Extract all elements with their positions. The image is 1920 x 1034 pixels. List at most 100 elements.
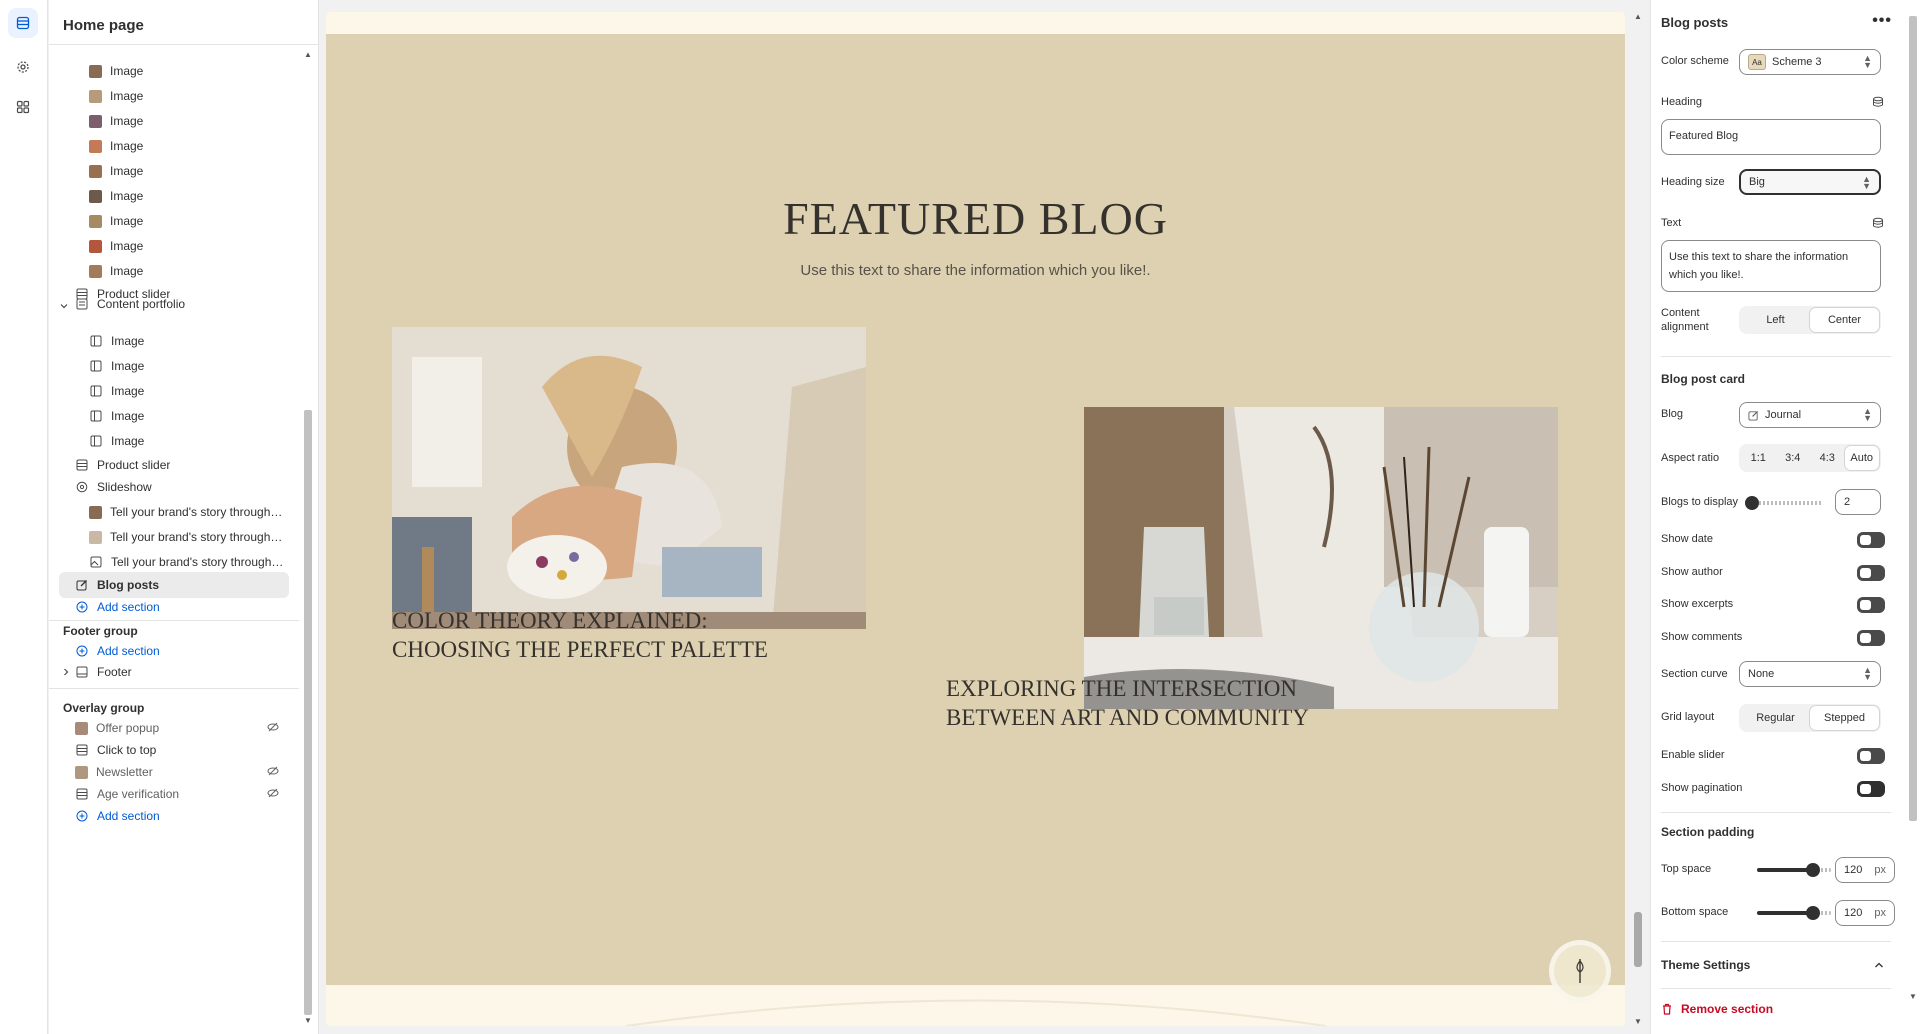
newsletter-thumbnail [75,765,88,779]
blog-card-title[interactable]: EXPLORING THE INTERSECTION BETWEEN ART A… [946,674,1366,732]
scrollbar-thumb[interactable] [1909,16,1917,821]
sidebar-scrollbar[interactable]: ▲ ▼ [302,50,314,1025]
show-comments-toggle[interactable] [1857,630,1885,646]
aspect-3-4-option[interactable]: 3:4 [1776,446,1811,470]
tree-item-slide[interactable]: Tell your brand's story through images [89,499,289,525]
slider-knob[interactable] [1806,906,1820,920]
panel-scrollbar[interactable]: ▼ [1907,8,1919,1001]
tree-item-image[interactable]: Image [89,83,289,109]
blog-select[interactable]: Journal ▲ ▼ [1739,402,1881,428]
show-author-toggle[interactable] [1857,565,1885,581]
bottom-space-input[interactable]: 120 px [1835,900,1895,926]
tree-section-footer[interactable]: Footer [75,659,289,685]
alignment-center-option[interactable]: Center [1810,308,1879,332]
grid-stepped-option[interactable]: Stepped [1810,706,1879,730]
aspect-ratio-label: Aspect ratio [1661,452,1720,464]
blog-card-image[interactable] [1084,407,1558,709]
heading-input[interactable]: Featured Blog [1661,119,1881,155]
tree-item-image[interactable]: Image [89,233,289,259]
heading-label: Heading [1661,96,1702,108]
eye-off-icon[interactable] [267,765,279,780]
tree-item-slide[interactable]: Tell your brand's story through images [89,524,289,550]
scrollbar-thumb[interactable] [304,410,312,1015]
blogs-to-display-input[interactable]: 2 [1835,489,1881,515]
blogs-to-display-slider[interactable] [1751,501,1823,505]
bottom-space-slider[interactable] [1757,911,1813,915]
heading-size-label: Heading size [1661,176,1725,188]
section-heading: FEATURED BLOG [783,193,1168,244]
plus-circle-icon [75,809,89,823]
tree-item-image[interactable]: Image [89,183,289,209]
top-space-slider[interactable] [1757,868,1813,872]
blog-icon [1748,410,1759,421]
aspect-auto-option[interactable]: Auto [1844,446,1879,470]
section-subheading: Use this text to share the information w… [800,262,1151,279]
tree-section-slideshow[interactable]: Slideshow [75,474,289,500]
add-section-button[interactable]: Add section [75,594,289,620]
color-scheme-select[interactable]: Aa Scheme 3 ▲ ▼ [1739,49,1881,75]
enable-slider-toggle[interactable] [1857,748,1885,764]
image-thumbnail [89,139,102,153]
show-excerpts-label: Show excerpts [1661,598,1734,610]
slider-knob[interactable] [1806,863,1820,877]
aspect-ratio-toggle[interactable]: 1:1 3:4 4:3 Auto [1739,444,1881,472]
tree-item-image[interactable]: Image [89,58,289,84]
slider-knob[interactable] [1745,496,1759,510]
settings-icon[interactable] [8,52,38,82]
apps-icon[interactable] [8,92,38,122]
aspect-1-1-option[interactable]: 1:1 [1741,446,1776,470]
tree-item-image[interactable]: Image [89,428,289,454]
tree-item-image[interactable]: Image [89,378,289,404]
enable-slider-label: Enable slider [1661,749,1725,761]
chevron-down-icon[interactable] [59,301,69,311]
tree-section-content-portfolio[interactable]: Content portfolio [75,291,289,317]
section-curve-select[interactable]: None ▲ ▼ [1739,661,1881,687]
chevron-up-icon[interactable] [1874,958,1884,973]
add-section-button[interactable]: Add section [75,803,289,829]
dynamic-source-icon[interactable] [1872,96,1884,111]
panel-title: Blog posts [1661,15,1729,30]
tree-item-image[interactable]: Image [89,158,289,184]
block-icon [89,334,103,348]
eye-off-icon[interactable] [267,787,279,802]
tree-item-image[interactable]: Image [89,403,289,429]
show-date-toggle[interactable] [1857,532,1885,548]
eye-off-icon[interactable] [267,721,279,736]
remove-section-button[interactable]: Remove section [1661,1002,1773,1016]
alignment-left-option[interactable]: Left [1741,308,1810,332]
sections-icon[interactable] [8,8,38,38]
store-preview: FEATURED BLOG Use this text to share the… [326,12,1625,1026]
show-excerpts-toggle[interactable] [1857,597,1885,613]
slideshow-icon [75,480,89,494]
grid-layout-toggle[interactable]: Regular Stepped [1739,704,1881,732]
blogs-to-display-label: Blogs to display [1661,496,1739,508]
more-actions-button[interactable]: ••• [1872,12,1892,30]
select-chevron-icon: ▲ ▼ [1863,53,1872,70]
dynamic-source-icon[interactable] [1872,217,1884,232]
blog-card-image[interactable] [392,327,866,629]
tree-item-image[interactable]: Image [89,353,289,379]
show-pagination-toggle[interactable] [1857,781,1885,797]
tree-item-image[interactable]: Image [89,328,289,354]
back-to-top-button[interactable] [1549,940,1611,1002]
content-alignment-label: Content alignment [1661,307,1709,333]
color-scheme-label: Color scheme [1661,55,1729,67]
blog-card-title[interactable]: COLOR THEORY EXPLAINED: CHOOSING THE PER… [392,606,812,664]
heading-size-select[interactable]: Big ▲ ▼ [1739,169,1881,195]
tree-item-image[interactable]: Image [89,208,289,234]
image-thumbnail [89,114,102,128]
chevron-right-icon[interactable] [61,667,71,677]
content-alignment-toggle[interactable]: Left Center [1739,306,1881,334]
top-space-input[interactable]: 120 px [1835,857,1895,883]
slide-thumbnail [89,505,102,519]
preview-scrollbar[interactable]: ▲ ▼ [1631,12,1645,1026]
scrollbar-thumb[interactable] [1634,912,1642,967]
text-richtext-input[interactable]: Use this text to share the information w… [1661,240,1881,292]
theme-settings-heading[interactable]: Theme Settings [1661,958,1750,972]
aspect-4-3-option[interactable]: 4:3 [1810,446,1845,470]
blog-posts-section[interactable]: FEATURED BLOG Use this text to share the… [326,34,1625,985]
tree-item-image[interactable]: Image [89,133,289,159]
divider [49,688,299,689]
grid-regular-option[interactable]: Regular [1741,706,1810,730]
tree-item-image[interactable]: Image [89,108,289,134]
